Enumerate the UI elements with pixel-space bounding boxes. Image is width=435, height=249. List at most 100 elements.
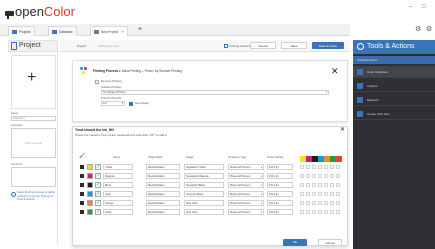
minimize-button[interactable]: –: [409, 3, 412, 11]
maximize-button[interactable]: □: [422, 3, 426, 11]
screening-type-select[interactable]: Phase-AM Screen ▾: [228, 191, 264, 197]
ink-overlap-checkbox[interactable]: [336, 183, 340, 187]
table-row[interactable]: ✓ Magenta Media Relative Separation Magenta…: [78, 173, 340, 179]
ink-overlap-checkbox[interactable]: [306, 183, 310, 187]
ink-overlap-checkbox[interactable]: [330, 174, 334, 178]
usage-field[interactable]: Spot Color: [184, 209, 224, 215]
screen-ruling-field[interactable]: 150,0 lpi: [267, 209, 293, 215]
row-enabled-checkbox[interactable]: ✓: [95, 200, 101, 206]
ink-overlap-checkbox[interactable]: [306, 165, 310, 169]
ink-overlap-checkbox[interactable]: [318, 183, 322, 187]
ink-overlap-checkbox[interactable]: [330, 165, 334, 169]
ink-overlap-checkbox[interactable]: [324, 192, 328, 196]
row-select-checkbox[interactable]: [80, 183, 84, 187]
row-enabled-checkbox[interactable]: ✓: [95, 182, 101, 188]
ink-overlap-checkbox[interactable]: [312, 201, 316, 205]
ink-overlap-checkbox[interactable]: [300, 201, 304, 205]
comment-input[interactable]: [11, 167, 56, 187]
print-dir-select[interactable]: 1/2 ▾: [101, 101, 125, 106]
ink-overlap-checkbox[interactable]: [312, 174, 316, 178]
surface-printing-select[interactable]: No Surface Printing ▾: [101, 90, 329, 95]
ink-overlap-checkbox[interactable]: [306, 174, 310, 178]
ink-overlap-checkbox[interactable]: [336, 174, 340, 178]
ink-overlap-checkbox[interactable]: [318, 192, 322, 196]
ink-name-field[interactable]: Black: [103, 182, 133, 188]
row-select-checkbox[interactable]: [80, 165, 84, 169]
ink-overlap-checkbox[interactable]: [330, 201, 334, 205]
ink-overlap-checkbox[interactable]: [336, 210, 340, 214]
row-enabled-checkbox[interactable]: ✓: [95, 191, 101, 197]
target-mode-field[interactable]: Media Relative: [146, 173, 180, 179]
ink-overlap-checkbox[interactable]: [312, 183, 316, 187]
ink-overlap-checkbox[interactable]: [330, 192, 334, 196]
ok-button[interactable]: OK: [283, 239, 307, 246]
table-row[interactable]: ✓ Cyan Media Relative Overtone Black Phase-A…: [78, 191, 340, 197]
tab-projects[interactable]: Projects: [8, 26, 35, 36]
ink-overlap-checkbox[interactable]: [312, 165, 316, 169]
ink-overlap-checkbox[interactable]: [336, 165, 340, 169]
printing-options-toggle[interactable]: Printing Options: [224, 43, 250, 49]
ink-overlap-checkbox[interactable]: [318, 201, 322, 205]
ink-overlap-checkbox[interactable]: [336, 192, 340, 196]
screening-type-select[interactable]: Phase-AM Screen ▾: [228, 209, 264, 215]
ink-overlap-checkbox[interactable]: [306, 201, 310, 205]
ink-name-field[interactable]: Green: [103, 209, 133, 215]
tool-item[interactable]: Color Database: [353, 66, 435, 78]
usage-field[interactable]: Separation Yellow: [184, 164, 224, 170]
ink-overlap-checkbox[interactable]: [318, 174, 322, 178]
ink-overlap-checkbox[interactable]: [306, 192, 310, 196]
screen-ruling-field[interactable]: 150,0 lpi: [267, 191, 293, 197]
save-button[interactable]: Save: [281, 42, 307, 49]
usage-field[interactable]: Separation Black: [184, 182, 224, 188]
ink-overlap-checkbox[interactable]: [318, 210, 322, 214]
ink-overlap-checkbox[interactable]: [324, 183, 328, 187]
target-mode-field[interactable]: Media Relative: [146, 209, 180, 215]
ink-name-field[interactable]: Cyan: [103, 191, 133, 197]
ink-name-field[interactable]: Magenta: [103, 173, 133, 179]
usage-field[interactable]: Overtone Black: [184, 191, 224, 197]
screening-type-select[interactable]: Phase-AM Screen ▾: [228, 200, 264, 206]
ink-overlap-checkbox[interactable]: [300, 174, 304, 178]
close-icon[interactable]: ✕: [331, 67, 339, 76]
ink-overlap-checkbox[interactable]: [312, 210, 316, 214]
ink-overlap-checkbox[interactable]: [336, 201, 340, 205]
ink-overlap-checkbox[interactable]: [324, 210, 328, 214]
screening-type-select[interactable]: Phase-AM Screen ▾: [228, 182, 264, 188]
plus-icon[interactable]: +: [27, 70, 36, 86]
row-select-checkbox[interactable]: [80, 192, 84, 196]
target-mode-field[interactable]: Media Relative: [146, 200, 180, 206]
row-select-checkbox[interactable]: [80, 210, 84, 214]
ink-name-field[interactable]: Yellow: [103, 164, 133, 170]
tab-database[interactable]: Database: [48, 26, 77, 36]
row-enabled-checkbox[interactable]: ✓: [95, 173, 101, 179]
tool-item[interactable]: Analyze: [353, 80, 435, 92]
target-mode-field[interactable]: Media Relative: [146, 164, 180, 170]
row-enabled-checkbox[interactable]: ✓: [95, 209, 101, 215]
screen-ruling-field[interactable]: 150,0 lpi: [267, 200, 293, 206]
reverse-printing-checkbox[interactable]: [95, 80, 99, 84]
ink-overlap-checkbox[interactable]: [312, 192, 316, 196]
row-enabled-checkbox[interactable]: ✓: [95, 164, 101, 170]
gear-icon[interactable]: ⚙: [415, 26, 421, 34]
keywords-input[interactable]: Enter keywords: [11, 128, 56, 158]
tab-new-project[interactable]: New Project ✕: [90, 26, 128, 36]
settings-icon[interactable]: ⚙: [426, 26, 432, 34]
cancel-button[interactable]: Cancel: [250, 42, 276, 49]
ink-overlap-checkbox[interactable]: [306, 210, 310, 214]
screening-type-select[interactable]: Phase-AM Screen ▾: [228, 173, 264, 179]
ink-overlap-checkbox[interactable]: [300, 210, 304, 214]
tab-measurements[interactable]: Measurements: [99, 43, 119, 49]
ink-overlap-checkbox[interactable]: [330, 183, 334, 187]
screen-ruling-field[interactable]: 150,0 lpi: [267, 164, 293, 170]
name-input[interactable]: Unbenannt: [11, 116, 56, 121]
ink-overlap-checkbox[interactable]: [324, 174, 328, 178]
ink-overlap-checkbox[interactable]: [300, 183, 304, 187]
target-mode-field[interactable]: Media Relative: [146, 182, 180, 188]
ink-overlap-checkbox[interactable]: [324, 201, 328, 205]
tool-item[interactable]: Create Print Inks: [353, 108, 435, 120]
save-close-button[interactable]: Save & Close: [312, 42, 344, 49]
ink-overlap-checkbox[interactable]: [318, 165, 322, 169]
usage-field[interactable]: Spot Color: [184, 200, 224, 206]
screen-ruling-field[interactable]: 150,0 lpi: [267, 173, 293, 179]
target-mode-field[interactable]: Media Relative: [146, 191, 180, 197]
